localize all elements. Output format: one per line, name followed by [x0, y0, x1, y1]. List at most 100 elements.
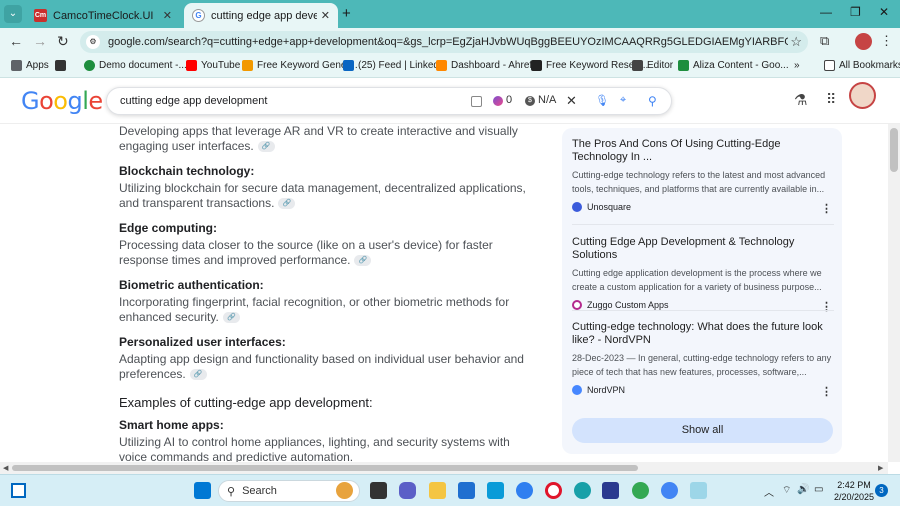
scroll-left-icon[interactable]: ◀ — [3, 464, 8, 472]
source-link-icon[interactable]: 🔗 — [257, 141, 275, 153]
bookmark-all-bookmarks[interactable]: All Bookmarks — [824, 60, 900, 71]
close-window-icon[interactable]: ✕ — [879, 5, 889, 19]
google-logo[interactable]: Google — [21, 87, 103, 115]
google-apps-icon[interactable]: ⠿ — [826, 91, 836, 108]
bookmark-apps[interactable]: Apps — [11, 60, 49, 71]
bookmark-ahrefs[interactable]: Dashboard - Ahrefs — [436, 60, 537, 71]
address-bar[interactable]: ⚙ google.com/search?q=cutting+edge+app+d… — [80, 31, 808, 53]
opera-icon[interactable] — [545, 482, 562, 499]
scroll-right-icon[interactable]: ▶ — [878, 464, 883, 472]
battery-icon[interactable]: ▭ — [814, 484, 823, 495]
search-submit-icon[interactable]: ⚲ — [648, 94, 657, 108]
more-options-icon[interactable]: ⋮ — [821, 385, 832, 398]
video-app-icon[interactable] — [487, 482, 504, 499]
volume-icon[interactable]: 🔊 — [797, 484, 809, 495]
source-card[interactable]: Cutting-edge technology: What does the f… — [572, 321, 834, 398]
voice-search-icon[interactable]: 🎙 — [595, 94, 609, 107]
scrollbar-thumb[interactable] — [12, 465, 638, 471]
bookmark-editor[interactable]: Editor — [632, 60, 673, 71]
bookmark-label: All Bookmarks — [839, 60, 900, 71]
wifi-icon[interactable]: ⌔ — [782, 484, 791, 497]
source-link-icon[interactable]: 🔗 — [278, 198, 296, 210]
search-query-text[interactable]: cutting edge app development — [120, 95, 267, 107]
clear-search-icon[interactable]: ✕ — [566, 93, 577, 109]
notification-badge[interactable]: 3 — [875, 484, 888, 497]
chrome-icon[interactable] — [632, 482, 649, 499]
task-view-icon[interactable] — [370, 482, 387, 499]
labs-flask-icon[interactable]: ⚗ — [794, 91, 807, 109]
nx-app-icon[interactable] — [602, 482, 619, 499]
tab-close-icon[interactable]: ✕ — [163, 9, 172, 22]
editor-icon — [632, 60, 643, 71]
bookmark-keyword-generator[interactable]: Free Keyword Gener... — [242, 60, 358, 71]
vertical-scrollbar[interactable] — [888, 124, 900, 462]
start-windows-icon[interactable] — [194, 482, 211, 499]
profile-avatar-icon[interactable] — [855, 33, 872, 50]
card-title[interactable]: Cutting-edge technology: What does the f… — [572, 321, 834, 347]
account-avatar[interactable] — [849, 82, 876, 109]
chat-icon[interactable] — [399, 482, 416, 499]
card-snippet: Cutting-edge technology refers to the la… — [572, 170, 826, 194]
search-box[interactable]: cutting edge app development 0 $ N/A ✕ 🎙… — [106, 87, 672, 115]
source-card[interactable]: Cutting Edge App Development & Technolog… — [572, 236, 834, 313]
edge-icon[interactable] — [574, 482, 591, 499]
tab-search-menu-icon[interactable]: ⌄ — [4, 5, 22, 23]
widgets-icon[interactable] — [11, 483, 26, 498]
chrome-profile-icon[interactable] — [661, 482, 678, 499]
bookmark-linkedin[interactable]: (25) Feed | LinkedIn — [343, 60, 447, 71]
logo-letter: g — [67, 87, 83, 115]
source-card[interactable]: The Pros And Cons Of Using Cutting-Edge … — [572, 138, 834, 215]
sheets-icon — [678, 60, 689, 71]
tab-google-search[interactable]: G cutting edge app development ✕ — [184, 3, 338, 28]
scrollbar-thumb[interactable] — [890, 128, 898, 172]
unosquare-icon — [572, 202, 582, 212]
more-options-icon[interactable]: ⋮ — [821, 300, 832, 313]
file-explorer-icon[interactable] — [429, 482, 446, 499]
app-icon[interactable] — [516, 482, 533, 499]
bookmark-keyword-research[interactable]: Free Keyword Resea... — [531, 60, 648, 71]
clock-time: 2:42 PM — [837, 480, 871, 490]
search-highlight-icon[interactable] — [336, 482, 353, 499]
list-item: Blockchain technology: Utilizing blockch… — [119, 164, 534, 211]
restore-icon[interactable]: ❐ — [850, 5, 861, 19]
card-title[interactable]: Cutting Edge App Development & Technolog… — [572, 236, 834, 262]
reload-icon[interactable]: ↻ — [57, 33, 69, 50]
bookmark-youtube[interactable]: YouTube — [186, 60, 240, 71]
tab-close-icon[interactable]: ✕ — [321, 9, 330, 22]
back-arrow-icon[interactable]: ← — [9, 33, 23, 49]
bookmark-demo-document[interactable]: Demo document -... — [84, 60, 187, 71]
card-title[interactable]: The Pros And Cons Of Using Cutting-Edge … — [572, 138, 834, 164]
store-icon[interactable] — [458, 482, 475, 499]
minimize-icon[interactable]: — — [820, 5, 832, 19]
more-options-icon[interactable]: ⋮ — [821, 202, 832, 215]
extension-orb-icon[interactable] — [493, 96, 503, 106]
bookmark-label: Editor — [647, 60, 674, 71]
forward-arrow-icon[interactable]: → — [33, 33, 47, 49]
browser-menu-icon[interactable]: ⋮ — [880, 33, 893, 49]
site-info-icon[interactable]: ⚙ — [86, 35, 100, 49]
bookmark-grid[interactable] — [55, 60, 70, 71]
extensions-icon[interactable]: ⧉ — [820, 33, 829, 49]
snipping-tool-icon[interactable] — [690, 482, 707, 499]
extension-checkbox-icon[interactable] — [471, 96, 482, 107]
new-tab-button[interactable]: + — [342, 5, 351, 22]
tab-camco[interactable]: Cm CamcoTimeClock.UI ✕ — [26, 3, 180, 28]
bookmark-star-icon[interactable]: ☆ — [790, 34, 802, 50]
bookmarks-overflow-icon[interactable]: » — [794, 60, 800, 71]
source-link-icon[interactable]: 🔗 — [222, 312, 240, 324]
item-heading: Blockchain technology: — [119, 164, 255, 178]
bookmark-aliza-content[interactable]: Aliza Content - Goo... — [678, 60, 789, 71]
source-link-icon[interactable]: 🔗 — [354, 255, 372, 267]
results-area: Developing apps that leverage AR and VR … — [0, 124, 888, 462]
horizontal-scrollbar[interactable]: ◀ ▶ — [0, 462, 888, 474]
lens-search-icon[interactable]: ⌖ — [620, 94, 626, 107]
linkedin-icon — [343, 60, 354, 71]
show-all-button[interactable]: Show all — [572, 418, 833, 443]
google-header: Google cutting edge app development 0 $ … — [0, 78, 900, 124]
camco-favicon-icon: Cm — [34, 9, 47, 22]
nordvpn-icon — [572, 385, 582, 395]
taskbar-clock[interactable]: 2:42 PM 2/20/2025 — [834, 479, 874, 503]
tray-overflow-icon[interactable]: ︿ — [764, 484, 774, 499]
logo-letter: o — [39, 87, 54, 115]
source-link-icon[interactable]: 🔗 — [189, 369, 207, 381]
